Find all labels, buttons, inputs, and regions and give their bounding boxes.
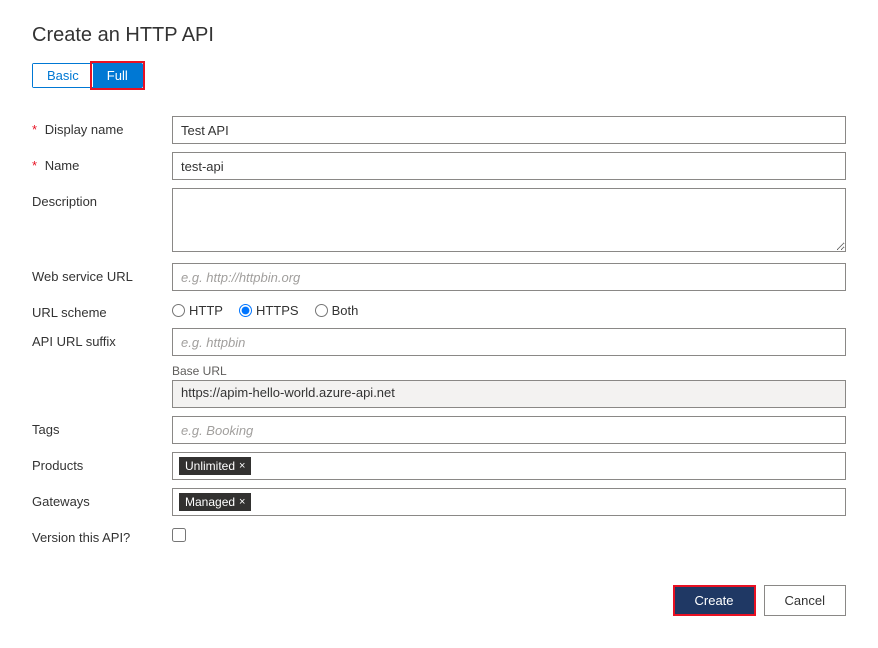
toggle-full[interactable]: Full [93, 64, 142, 87]
products-field-cell: Unlimited × [172, 452, 846, 480]
gateways-tag-managed-label: Managed [185, 495, 235, 509]
required-star: * [32, 122, 37, 137]
url-scheme-http-radio[interactable] [172, 304, 185, 317]
url-scheme-http-label[interactable]: HTTP [172, 303, 223, 318]
url-scheme-http-text: HTTP [189, 303, 223, 318]
description-field-cell [172, 188, 846, 255]
display-name-label: * Display name [32, 116, 172, 144]
gateways-tag-input[interactable]: Managed × [172, 488, 846, 516]
toggle-basic[interactable]: Basic [33, 64, 93, 87]
url-scheme-both-radio[interactable] [315, 304, 328, 317]
web-service-url-input[interactable] [172, 263, 846, 291]
version-field-cell [172, 524, 846, 545]
base-url-label: Base URL [172, 364, 846, 378]
base-url-value: https://apim-hello-world.azure-api.net [172, 380, 846, 408]
api-url-suffix-field-cell [172, 328, 846, 356]
api-url-suffix-input[interactable] [172, 328, 846, 356]
base-url-label-cell [32, 364, 172, 408]
page-title: Create an HTTP API [32, 24, 846, 47]
url-scheme-https-label[interactable]: HTTPS [239, 303, 299, 318]
description-label: Description [32, 188, 172, 255]
version-row: Version this API? [32, 524, 846, 545]
description-textarea[interactable] [172, 188, 846, 252]
products-tag-unlimited-label: Unlimited [185, 459, 235, 473]
create-button[interactable]: Create [673, 585, 756, 616]
display-name-field-cell [172, 116, 846, 144]
url-scheme-label: URL scheme [32, 299, 172, 320]
url-scheme-field-cell: HTTP HTTPS Both [172, 299, 846, 320]
name-field-cell [172, 152, 846, 180]
version-checkbox[interactable] [172, 528, 186, 542]
gateways-label: Gateways [32, 488, 172, 516]
url-scheme-https-text: HTTPS [256, 303, 299, 318]
footer-buttons: Create Cancel [32, 585, 846, 616]
gateways-tag-managed: Managed × [179, 493, 251, 511]
web-service-url-label: Web service URL [32, 263, 172, 291]
products-tag-input[interactable]: Unlimited × [172, 452, 846, 480]
tags-input[interactable] [172, 416, 846, 444]
url-scheme-row: URL scheme HTTP HTTPS Both [32, 299, 846, 320]
api-url-suffix-row: API URL suffix [32, 328, 846, 356]
required-star-2: * [32, 158, 37, 173]
base-url-field-cell: Base URL https://apim-hello-world.azure-… [172, 364, 846, 408]
version-label: Version this API? [32, 524, 172, 545]
version-checkbox-row [172, 524, 846, 542]
url-scheme-https-radio[interactable] [239, 304, 252, 317]
display-name-row: * Display name [32, 116, 846, 144]
url-scheme-both-text: Both [332, 303, 359, 318]
view-toggle: Basic Full [32, 63, 143, 88]
name-row: * Name [32, 152, 846, 180]
tags-field-cell [172, 416, 846, 444]
api-url-suffix-label: API URL suffix [32, 328, 172, 356]
products-tag-unlimited-remove[interactable]: × [239, 460, 245, 472]
base-url-row: Base URL https://apim-hello-world.azure-… [32, 364, 846, 408]
products-tag-unlimited: Unlimited × [179, 457, 251, 475]
url-scheme-both-label[interactable]: Both [315, 303, 359, 318]
create-api-form: * Display name * Name Description [32, 108, 846, 553]
description-row: Description [32, 188, 846, 255]
tags-label: Tags [32, 416, 172, 444]
products-label: Products [32, 452, 172, 480]
display-name-input[interactable] [172, 116, 846, 144]
gateways-tag-managed-remove[interactable]: × [239, 496, 245, 508]
gateways-field-cell: Managed × [172, 488, 846, 516]
name-input[interactable] [172, 152, 846, 180]
url-scheme-radio-group: HTTP HTTPS Both [172, 299, 846, 318]
gateways-row: Gateways Managed × [32, 488, 846, 516]
name-label: * Name [32, 152, 172, 180]
cancel-button[interactable]: Cancel [764, 585, 846, 616]
tags-row: Tags [32, 416, 846, 444]
web-service-url-row: Web service URL [32, 263, 846, 291]
web-service-url-field-cell [172, 263, 846, 291]
products-row: Products Unlimited × [32, 452, 846, 480]
